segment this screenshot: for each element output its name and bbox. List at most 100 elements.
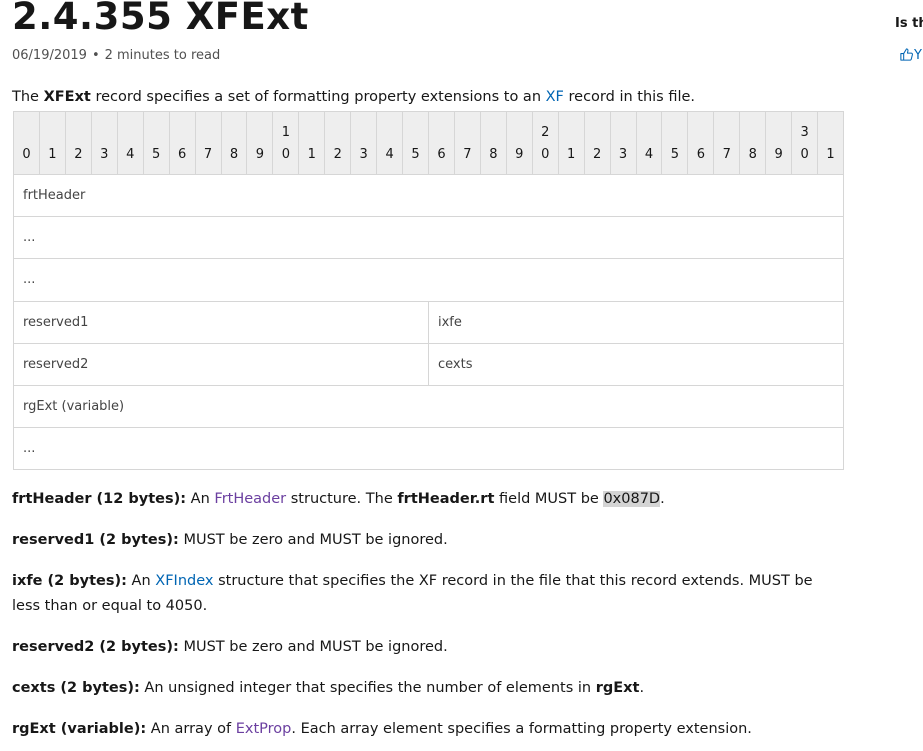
definition-text: An [186, 491, 215, 507]
bit-ones-digit: 9 [255, 147, 265, 163]
bit-tens-digit [611, 122, 636, 144]
definition-field-name: rgExt [595, 680, 640, 696]
bit-tens-digit [818, 122, 843, 144]
intro-text-3: record in this file. [563, 89, 696, 105]
bit-tens-digit [325, 122, 350, 144]
bit-ones-digit: 2 [592, 147, 602, 163]
field-row: reserved2 cexts [13, 342, 844, 386]
definition-text: MUST be zero and MUST be ignored. [178, 639, 448, 655]
bit-ones-digit: 3 [100, 147, 109, 163]
frtheader-link[interactable]: FrtHeader [214, 491, 286, 507]
bit-ones-digit: 5 [411, 147, 420, 163]
bit-tens-digit: 2 [541, 125, 550, 141]
bit-ones-digit: 5 [670, 147, 680, 163]
feedback-yes-label: Y [914, 48, 922, 63]
bit-number-cell: 1 [38, 110, 66, 176]
bit-ones-digit: 1 [567, 147, 576, 163]
definition-frtheader: frtHeader (12 bytes): An FrtHeader struc… [12, 487, 842, 512]
xfindex-link[interactable]: XFIndex [155, 573, 213, 589]
field-cell: ... [13, 258, 844, 302]
field-cell: rgExt (variable) [13, 384, 844, 428]
bit-field-table: 01234567891012345678920123456789301 frtH… [13, 110, 844, 471]
bit-number-cell: 6 [687, 110, 715, 176]
bit-number-cell: 9 [765, 110, 793, 176]
bit-number-cell: 6 [428, 110, 455, 176]
field-cell: frtHeader [13, 174, 844, 218]
field-cell: reserved1 [13, 300, 429, 344]
bit-tens-digit [637, 122, 662, 144]
definition-term: ixfe (2 bytes) [12, 573, 122, 589]
bit-number-cell: 9 [246, 110, 274, 176]
bit-header-row: 01234567891012345678920123456789301 [13, 110, 844, 176]
bit-ones-digit: 4 [126, 147, 135, 163]
bit-number-cell: 4 [376, 110, 404, 176]
bit-ones-digit: 7 [463, 147, 472, 163]
definition-text: An unsigned integer that specifies the n… [139, 680, 596, 696]
intro-paragraph: The XFExt record specifies a set of form… [12, 89, 695, 105]
bit-tens-digit [247, 122, 272, 144]
definition-cexts: cexts (2 bytes): An unsigned integer tha… [12, 676, 842, 701]
bit-tens-digit: 3 [800, 125, 809, 141]
bit-ones-digit: 7 [203, 147, 213, 163]
bit-ones-digit: 4 [644, 147, 654, 163]
definition-text: An array of [146, 721, 236, 737]
bit-tens-digit [14, 122, 39, 144]
bit-tens-digit [455, 122, 480, 144]
bit-number-cell: 5 [402, 110, 429, 176]
bit-number-cell: 3 [90, 110, 118, 176]
bit-number-cell: 5 [142, 110, 170, 176]
field-row: rgExt (variable) [13, 384, 844, 428]
bit-number-cell: 8 [479, 110, 507, 176]
bit-number-cell: 9 [505, 110, 533, 176]
field-cell: ixfe [428, 300, 844, 344]
article-metadata: 06/19/2019 • 2 minutes to read [12, 48, 220, 63]
definition-text: . [660, 491, 665, 507]
bit-tens-digit [351, 122, 376, 144]
extprop-link[interactable]: ExtProp [236, 721, 292, 737]
bit-tens-digit [66, 122, 91, 144]
thumbs-up-icon [900, 48, 913, 61]
bit-tens-digit [559, 122, 584, 144]
definition-field-name: frtHeader.rt [397, 491, 495, 507]
bit-number-cell: 7 [713, 110, 741, 176]
bit-tens-digit [429, 122, 454, 144]
definition-reserved2: reserved2 (2 bytes): MUST be zero and MU… [12, 635, 842, 660]
bit-ones-digit: 8 [229, 147, 239, 163]
bit-tens-digit [40, 122, 65, 144]
definition-text: An [126, 573, 156, 589]
intro-text-1: The [12, 89, 44, 105]
xf-link[interactable]: XF [546, 89, 564, 105]
field-cell: ... [13, 216, 844, 260]
bit-tens-digit [377, 122, 402, 144]
bit-ones-digit: 6 [177, 147, 187, 163]
bit-ones-digit: 6 [437, 147, 446, 163]
definition-text: field MUST be [494, 491, 604, 507]
meta-separator: • [91, 48, 100, 63]
bit-number-cell: 7 [194, 110, 222, 176]
bit-ones-digit: 3 [359, 147, 368, 163]
bit-ones-digit: 7 [722, 147, 731, 163]
bit-number-cell: 2 [583, 110, 611, 176]
bit-tens-digit [299, 122, 324, 144]
bit-tens-digit [714, 122, 739, 144]
field-row: ... [13, 426, 844, 471]
definition-term: frtHeader (12 bytes) [12, 491, 181, 507]
bit-number-cell: 5 [661, 110, 689, 176]
feedback-yes-button[interactable]: Y [899, 47, 922, 63]
bit-ones-digit: 0 [22, 147, 31, 163]
bit-tens-digit [688, 122, 713, 144]
bit-tens-digit [740, 122, 765, 144]
bit-ones-digit: 1 [307, 147, 316, 163]
definition-reserved1: reserved1 (2 bytes): MUST be zero and MU… [12, 528, 842, 553]
definition-term: reserved2 (2 bytes) [12, 639, 174, 655]
definition-text: MUST be zero and MUST be ignored. [178, 532, 448, 548]
definition-term: rgExt (variable) [12, 721, 141, 737]
definition-text: structure. The [286, 491, 398, 507]
definition-ixfe: ixfe (2 bytes): An XFIndex structure tha… [12, 569, 842, 619]
bit-number-cell: 8 [739, 110, 767, 176]
definition-text: . [639, 680, 645, 696]
bit-number-cell: 2 [64, 110, 92, 176]
bit-ones-digit: 0 [800, 147, 809, 163]
field-cell: cexts [428, 342, 844, 386]
bit-number-cell: 1 [298, 110, 326, 176]
